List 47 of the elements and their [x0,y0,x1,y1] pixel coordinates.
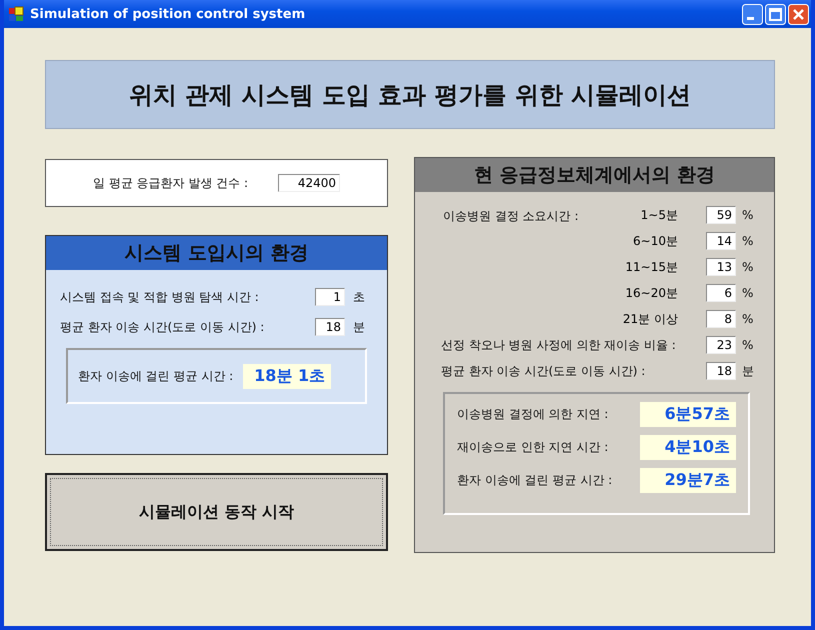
unit-label: 분 [742,362,755,380]
input-field[interactable]: 8 [706,310,736,328]
result-value: 6분57초 [640,402,736,427]
unit-label: 초 [353,288,366,306]
result-value: 4분10초 [640,435,736,460]
field-label: 평균 환자 이송 시간(도로 이동 시간) : [441,362,646,380]
range-label: 21분 이상 [622,310,678,328]
input-field[interactable]: 18 [315,318,345,336]
app-icon [8,6,24,22]
result-value: 18분 1초 [243,364,332,388]
minimize-icon[interactable] [742,4,763,24]
maximize-icon[interactable] [765,4,786,24]
input-field[interactable]: 14 [706,232,736,250]
result-label: 환자 이송에 걸린 평균 시간 : [457,472,612,489]
unit-label: 분 [353,318,366,336]
close-icon[interactable] [788,4,809,24]
result-label: 이송병원 결정에 의한 지연 : [457,406,608,423]
input-field[interactable]: 13 [706,258,736,276]
window-title: Simulation of position control system [30,6,306,22]
input-field[interactable]: 1 [315,288,345,306]
field-label: 선정 착오나 병원 사정에 의한 재이송 비율 : [441,336,677,354]
unit-label: % [742,338,754,352]
banner-title: 위치 관제 시스템 도입 효과 평가를 위한 시뮬레이션 [128,80,692,110]
unit-label: % [742,260,754,274]
start-button[interactable]: 시뮬레이션 동작 시작 [45,473,388,551]
field-label: 이송병원 결정 소요시간 : [443,209,578,223]
input-field[interactable]: 6 [706,284,736,302]
result-value: 29분7초 [640,468,736,493]
field-label: 시스템 접속 및 적합 병원 탐색 시간 : [60,288,260,306]
range-label: 16~20분 [624,284,678,302]
range-label: 1~5분 [640,206,678,224]
field-label: 평균 환자 이송 시간(도로 이동 시간) : [60,318,266,336]
count-label: 일 평균 응급환자 발생 건수 : [92,174,248,192]
range-label: 6~10분 [632,232,678,250]
result-label: 환자 이송에 걸린 평균 시간 : [78,368,234,384]
count-field[interactable]: 42400 [278,174,340,192]
input-field[interactable]: 23 [706,336,736,354]
unit-label: % [742,234,754,248]
unit-label: % [742,286,754,300]
unit-label: % [742,208,754,222]
panel-title: 시스템 도입시의 환경 [124,241,309,266]
range-label: 11~15분 [624,258,678,276]
panel-title: 현 응급정보체계에서의 환경 [474,163,716,188]
input-field[interactable]: 18 [706,362,736,380]
result-label: 재이송으로 인한 지연 시간 : [457,439,608,456]
input-field[interactable]: 59 [706,206,736,224]
unit-label: % [742,312,754,326]
